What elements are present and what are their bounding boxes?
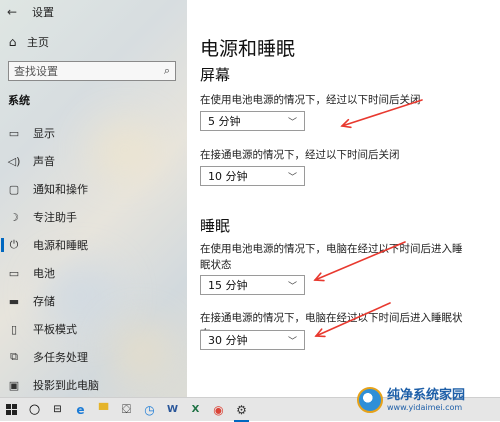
- sleep-battery-dropdown[interactable]: 15 分钟 ﹀: [200, 275, 305, 295]
- page-title: 电源和睡眠: [200, 38, 296, 60]
- screen-plugged-value: 10 分钟: [208, 170, 248, 183]
- clock-icon[interactable]: ◷: [138, 398, 161, 422]
- sidebar-item-4[interactable]: ☽ 专注助手: [0, 207, 187, 227]
- screen-heading: 屏幕: [200, 66, 231, 84]
- notification-icon: ▢: [8, 182, 20, 196]
- sidebar-item-10[interactable]: ▣ 投影到此电脑: [0, 375, 187, 395]
- chevron-down-icon: ﹀: [287, 336, 297, 347]
- sleep-heading: 睡眠: [200, 217, 231, 235]
- sidebar-item-label: 专注助手: [33, 211, 77, 224]
- screen-plugged-desc: 在接通电源的情况下，经过以下时间后关闭: [200, 149, 400, 161]
- file-explorer-icon[interactable]: ▀: [92, 398, 115, 422]
- task-view-icon[interactable]: ⊟: [46, 398, 69, 422]
- sidebar-item-8[interactable]: ▯ 平板模式: [0, 319, 187, 339]
- speaker-icon: ◁): [7, 154, 21, 168]
- sleep-battery-value: 15 分钟: [208, 279, 248, 292]
- battery-icon: ▭: [8, 266, 20, 280]
- sidebar-item-label: 显示: [33, 127, 55, 140]
- screen-plugged-dropdown[interactable]: 10 分钟 ﹀: [200, 166, 305, 186]
- search-icon: ⌕: [163, 64, 170, 77]
- sidebar-item-2[interactable]: ◁) 声音: [0, 151, 187, 171]
- excel-icon[interactable]: X: [184, 398, 207, 422]
- chevron-down-icon: ﹀: [287, 172, 297, 183]
- sidebar-item-5[interactable]: ⏻ 电源和睡眠: [0, 235, 187, 255]
- home-label: 主页: [27, 36, 49, 49]
- chevron-down-icon: ﹀: [287, 281, 297, 292]
- display-icon: ▭: [8, 126, 20, 140]
- sidebar: ← 设置 ⌂ 主页 查找设置 ⌕ 系统 ▭ 显示 ◁) 声音 ▢ 通知和操作 ☽ 专注助手 ⏻ 电…: [0, 0, 187, 397]
- power-icon: ⏻: [9, 238, 19, 251]
- screen-battery-desc: 在使用电池电源的情况下，经过以下时间后关闭: [200, 94, 421, 106]
- project-icon: ▣: [8, 378, 20, 392]
- sidebar-item-label: 平板模式: [33, 323, 77, 336]
- settings-icon[interactable]: ⚙: [230, 398, 253, 422]
- annotation-arrowhead-2: [313, 272, 325, 282]
- sidebar-item-label: 电源和睡眠: [33, 239, 88, 252]
- watermark-title: 纯净系统家园: [387, 387, 466, 403]
- sidebar-item-label: 多任务处理: [33, 351, 88, 364]
- storage-icon: ▬: [8, 294, 20, 308]
- sidebar-item-7[interactable]: ▬ 存储: [0, 291, 187, 311]
- sidebar-item-label: 投影到此电脑: [33, 379, 99, 392]
- start-icon[interactable]: [0, 398, 23, 422]
- section-label: 系统: [8, 94, 30, 107]
- sidebar-item-label: 声音: [33, 155, 55, 168]
- screen-battery-dropdown[interactable]: 5 分钟 ﹀: [200, 111, 305, 131]
- chrome-icon[interactable]: ◉: [207, 398, 230, 422]
- store-icon[interactable]: ⛋: [115, 398, 138, 422]
- app-header: ← 设置: [6, 4, 54, 20]
- sidebar-item-label: 通知和操作: [33, 183, 88, 196]
- word-icon[interactable]: W: [161, 398, 184, 422]
- watermark-logo: [357, 387, 383, 413]
- search-placeholder: 查找设置: [14, 65, 58, 78]
- app-title: 设置: [32, 6, 54, 19]
- sleep-plugged-value: 30 分钟: [208, 334, 248, 347]
- sidebar-item-1[interactable]: ▭ 显示: [0, 123, 187, 143]
- sleep-plugged-dropdown[interactable]: 30 分钟 ﹀: [200, 330, 305, 350]
- sidebar-item-home[interactable]: ⌂ 主页: [6, 34, 49, 50]
- screen-battery-value: 5 分钟: [208, 115, 241, 128]
- sidebar-item-label: 电池: [33, 267, 55, 280]
- edge-icon[interactable]: e: [69, 398, 92, 422]
- watermark-url: www.yidaimei.com: [387, 402, 463, 412]
- tablet-icon: ▯: [10, 322, 18, 336]
- watermark: 纯净系统家园 www.yidaimei.com: [357, 383, 497, 417]
- back-arrow-icon[interactable]: ←: [6, 5, 18, 19]
- sidebar-item-label: 存储: [33, 295, 55, 308]
- sleep-battery-desc: 在使用电池电源的情况下，电脑在经过以下时间后进入睡眠状态: [200, 243, 463, 271]
- annotation-arrowhead-1: [340, 118, 352, 129]
- multitask-icon: ⧉: [10, 350, 18, 363]
- home-icon: ⌂: [8, 35, 17, 49]
- chevron-down-icon: ﹀: [287, 117, 297, 128]
- sidebar-item-3[interactable]: ▢ 通知和操作: [0, 179, 187, 199]
- moon-icon: ☽: [9, 210, 19, 224]
- search-icon[interactable]: ○: [23, 398, 46, 422]
- sidebar-item-9[interactable]: ⧉ 多任务处理: [0, 347, 187, 367]
- sidebar-item-6[interactable]: ▭ 电池: [0, 263, 187, 283]
- search-input[interactable]: 查找设置 ⌕: [8, 61, 176, 81]
